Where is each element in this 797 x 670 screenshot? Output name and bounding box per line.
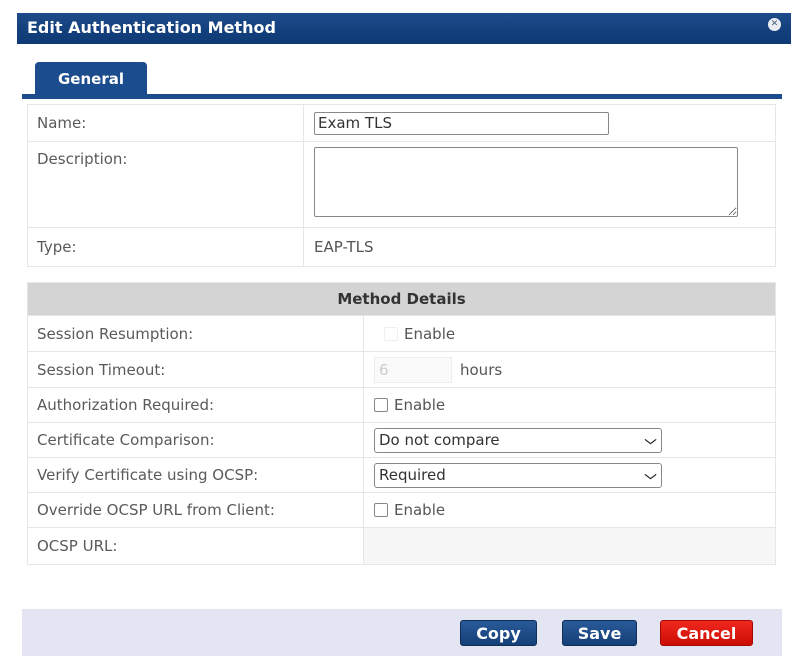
override-ocsp-url-label: Override OCSP URL from Client: [37,501,275,519]
verify-ocsp-row: Verify Certificate using OCSP: Required … [28,458,775,493]
certificate-comparison-row: Certificate Comparison: Do not compare ⌵ [28,423,775,458]
description-cell [303,142,738,227]
name-row: Name: [28,105,775,142]
session-resumption-checkbox[interactable] [384,326,398,341]
certificate-comparison-value: Do not compare [379,431,500,449]
authorization-required-cell: Enable [363,388,775,422]
session-timeout-unit: hours [460,360,503,379]
general-section: Name: Description: Type: EAP-TLS [27,104,776,267]
authorization-required-row: Authorization Required: Enable [28,388,775,423]
tab-general[interactable]: General [35,62,147,96]
type-cell: EAP-TLS [303,228,374,266]
authorization-required-checkbox[interactable] [374,398,388,412]
name-cell [303,105,609,141]
dialog-title: Edit Authentication Method [27,18,276,37]
certificate-comparison-select[interactable]: Do not compare ⌵ [374,427,662,453]
override-ocsp-url-cell: Enable [363,493,775,527]
dialog-title-bar[interactable]: Edit Authentication Method ✕ [17,13,791,44]
method-details-section: Method Details Session Resumption: Enabl… [27,282,776,565]
ocsp-url-input[interactable] [364,528,775,564]
dialog-footer: Copy Save Cancel [22,609,782,656]
session-timeout-row: Session Timeout: hours [28,352,775,388]
session-timeout-input[interactable] [374,356,452,383]
name-label: Name: [37,114,87,132]
session-resumption-label: Session Resumption: [37,324,194,343]
override-ocsp-url-enable-label: Enable [394,501,446,519]
ocsp-url-cell [363,528,775,564]
session-resumption-enable-label: Enable [404,324,456,343]
verify-ocsp-label: Verify Certificate using OCSP: [37,466,259,484]
method-details-header: Method Details [28,283,775,316]
session-timeout-cell: hours [363,352,775,387]
save-button[interactable]: Save [562,620,637,646]
type-value: EAP-TLS [314,238,374,256]
certificate-comparison-label: Certificate Comparison: [37,431,215,449]
ocsp-url-row: OCSP URL: [28,528,775,564]
name-input[interactable] [314,111,609,135]
close-icon[interactable]: ✕ [768,18,781,31]
ocsp-url-label: OCSP URL: [37,537,118,555]
chevron-down-icon: ⌵ [644,467,657,482]
override-ocsp-url-row: Override OCSP URL from Client: Enable [28,493,775,528]
session-resumption-cell: Enable [363,316,775,351]
type-label: Type: [37,238,77,256]
authorization-required-label: Authorization Required: [37,396,215,414]
verify-ocsp-select[interactable]: Required ⌵ [374,462,662,488]
authorization-required-enable-label: Enable [394,396,446,414]
description-label: Description: [37,150,128,168]
type-row: Type: EAP-TLS [28,228,775,266]
certificate-comparison-cell: Do not compare ⌵ [363,423,775,457]
copy-button[interactable]: Copy [460,620,537,646]
cancel-button[interactable]: Cancel [660,620,753,646]
session-resumption-row: Session Resumption: Enable [28,316,775,352]
edit-authentication-method-dialog: Edit Authentication Method ✕ General Nam… [0,0,797,670]
chevron-down-icon: ⌵ [644,432,657,447]
tab-underline [22,94,782,99]
verify-ocsp-value: Required [379,466,446,484]
verify-ocsp-cell: Required ⌵ [363,458,775,492]
override-ocsp-url-checkbox[interactable] [374,503,388,517]
session-timeout-label: Session Timeout: [37,360,166,379]
description-row: Description: [28,142,775,228]
description-input[interactable] [314,147,738,217]
